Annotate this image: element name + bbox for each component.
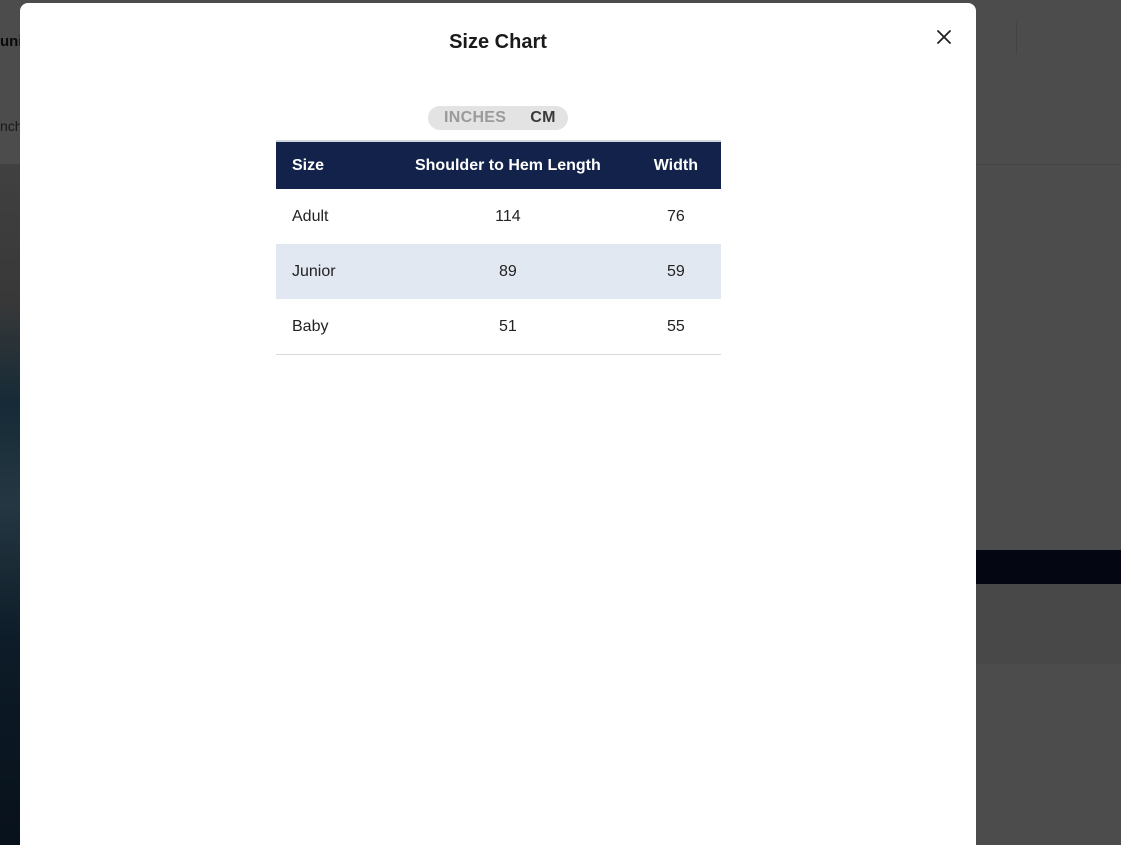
cell-width: 55 xyxy=(630,299,721,355)
cell-length: 89 xyxy=(498,262,517,280)
table-row: Baby 51 55 xyxy=(276,299,721,355)
unit-option-inches[interactable]: INCHES xyxy=(444,109,506,127)
table-header-row: Size Shoulder to Hem Length Width xyxy=(276,140,721,189)
cell-size: Adult xyxy=(292,207,329,225)
header-size: Size xyxy=(276,140,386,189)
cell-width: 59 xyxy=(666,262,685,280)
cell-size: Baby xyxy=(276,299,386,355)
cell-length: 51 xyxy=(385,299,631,355)
header-length: Shoulder to Hem Length xyxy=(385,140,631,189)
close-button[interactable] xyxy=(930,23,958,51)
table-row: Junior 89 59 xyxy=(276,244,721,299)
header-width: Width xyxy=(630,140,721,189)
modal-title: Size Chart xyxy=(449,31,547,53)
unit-toggle[interactable]: INCHES CM xyxy=(428,106,568,130)
unit-option-cm[interactable]: CM xyxy=(530,109,555,127)
cell-size: Junior xyxy=(292,262,336,280)
table-row: Adult 114 76 xyxy=(276,189,721,244)
close-icon xyxy=(937,30,951,44)
cell-length: 114 xyxy=(495,207,521,225)
size-chart-modal: Size Chart INCHES CM Size Shoulder to He… xyxy=(20,3,976,845)
cell-width: 76 xyxy=(666,207,685,225)
size-table: Size Shoulder to Hem Length Width Adult … xyxy=(276,140,721,355)
